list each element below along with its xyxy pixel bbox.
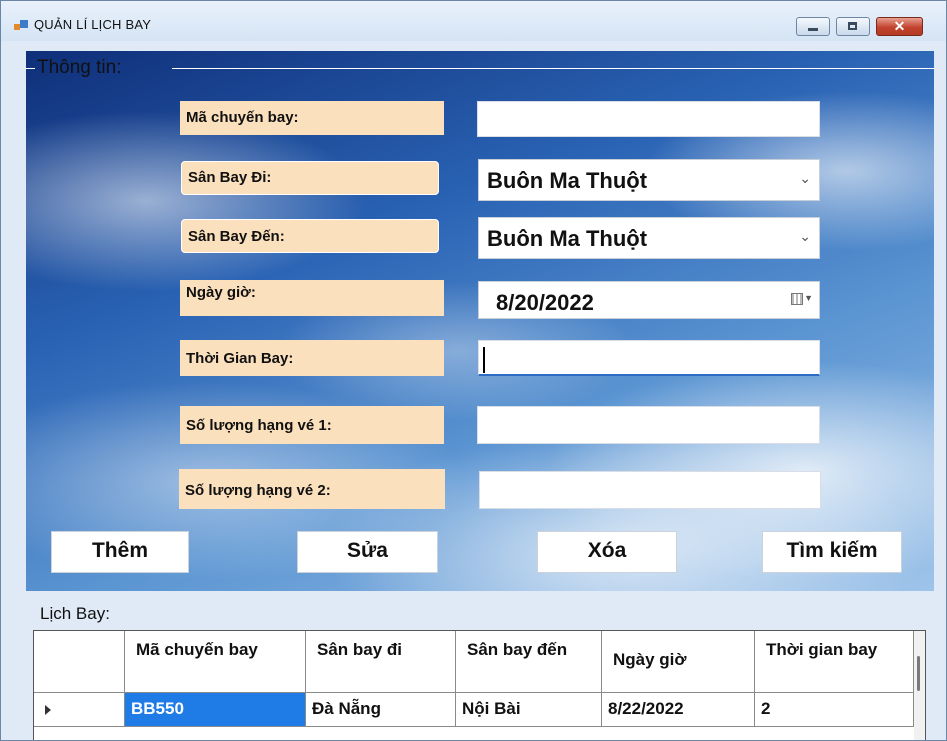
datetime-value: 8/20/2022 — [496, 290, 594, 315]
column-header[interactable]: Sân bay đi — [306, 631, 456, 693]
chevron-down-icon[interactable]: ⌄ — [799, 170, 811, 187]
column-header[interactable]: Mã chuyến bay — [125, 631, 306, 693]
chevron-down-icon[interactable]: ⌄ — [799, 228, 811, 245]
arrival-airport-select[interactable]: Buôn Ma Thuột ⌄ — [478, 217, 820, 259]
title-bar[interactable]: QUẢN LÍ LỊCH BAY ✕ — [1, 1, 946, 41]
schedule-grid[interactable]: Mã chuyến bay Sân bay đi Sân bay đến Ngà… — [33, 630, 926, 740]
flight-code-label: Mã chuyến bay: — [180, 101, 444, 135]
groupbox-border — [172, 68, 934, 69]
window-title: QUẢN LÍ LỊCH BAY — [34, 17, 152, 32]
table-cell[interactable]: Đà Nẵng — [306, 693, 456, 727]
class2-qty-label: Số lượng hạng vé 2: — [179, 469, 445, 509]
close-icon: ✕ — [893, 18, 906, 34]
minimize-icon — [808, 28, 818, 31]
column-header[interactable]: Sân bay đến — [456, 631, 602, 693]
column-header[interactable]: Thời gian bay — [755, 631, 914, 693]
main-window: QUẢN LÍ LỊCH BAY ✕ Thông tin: Mã chuyến … — [0, 0, 947, 741]
row-header-corner — [34, 631, 125, 693]
search-button[interactable]: Tìm kiếm — [762, 531, 902, 573]
text-caret — [483, 347, 485, 373]
row-selector-icon — [45, 705, 51, 715]
datetime-picker[interactable]: 8/20/2022 ▼ — [478, 281, 820, 319]
class1-qty-input[interactable] — [477, 406, 820, 444]
table-cell[interactable]: BB550 — [125, 693, 306, 727]
delete-button[interactable]: Xóa — [537, 531, 677, 573]
departure-airport-value: Buôn Ma Thuột — [487, 168, 648, 193]
edit-button[interactable]: Sửa — [297, 531, 438, 573]
flight-duration-label: Thời Gian Bay: — [180, 340, 444, 376]
calendar-icon[interactable] — [791, 293, 803, 305]
add-button[interactable]: Thêm — [51, 531, 189, 573]
info-groupbox: Thông tin: Mã chuyến bay: Sân Bay Đi: Bu… — [26, 51, 934, 591]
app-icon — [14, 20, 28, 32]
table-cell[interactable]: 2 — [755, 693, 914, 727]
vertical-scrollbar[interactable] — [914, 631, 925, 740]
info-groupbox-legend: Thông tin: — [37, 57, 122, 78]
flight-duration-input[interactable] — [478, 340, 820, 376]
datetime-label: Ngày giờ: — [180, 280, 444, 316]
minimize-button[interactable] — [796, 17, 830, 36]
maximize-button[interactable] — [836, 17, 870, 36]
schedule-grid-title: Lịch Bay: — [40, 604, 110, 623]
arrival-airport-label: Sân Bay Đến: — [181, 219, 439, 253]
flight-code-input[interactable] — [477, 101, 820, 137]
class1-qty-label: Số lượng hạng vé 1: — [180, 406, 444, 444]
maximize-icon — [848, 22, 857, 30]
table-cell[interactable]: 8/22/2022 — [602, 693, 755, 727]
departure-airport-select[interactable]: Buôn Ma Thuột ⌄ — [478, 159, 820, 201]
arrival-airport-value: Buôn Ma Thuột — [487, 226, 648, 251]
groupbox-border — [26, 68, 35, 69]
table-cell[interactable]: Nội Bài — [456, 693, 602, 727]
departure-airport-label: Sân Bay Đi: — [181, 161, 439, 195]
class2-qty-input[interactable] — [479, 471, 821, 509]
scrollbar-thumb[interactable] — [917, 656, 920, 691]
column-header[interactable]: Ngày giờ — [602, 631, 755, 693]
close-button[interactable]: ✕ — [876, 17, 923, 36]
chevron-down-icon[interactable]: ▼ — [804, 293, 813, 303]
